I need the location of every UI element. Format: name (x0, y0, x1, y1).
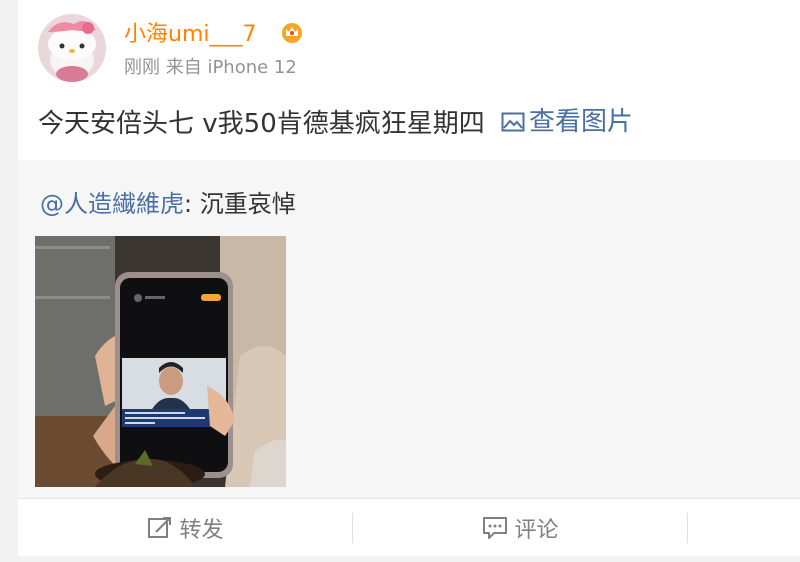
vip-crown-icon (282, 23, 302, 43)
repost-button[interactable]: 转发 (18, 499, 353, 557)
post-card: 小海umi___7 刚刚 来自 iPhone 12 今天安倍头七 v我50肯德基… (18, 0, 800, 160)
retweet-separator: : (184, 190, 200, 218)
post-body: 今天安倍头七 v我50肯德基疯狂星期四 (38, 109, 485, 139)
view-picture-link[interactable]: 查看图片 (493, 104, 633, 140)
repost-icon (148, 517, 172, 538)
repost-label: 转发 (179, 518, 224, 543)
weibo-post-page: 小海umi___7 刚刚 来自 iPhone 12 今天安倍头七 v我50肯德基… (0, 0, 800, 562)
comment-label: 评论 (514, 518, 559, 543)
picture-icon (501, 112, 525, 132)
retweet-block: @人造繊維虎: 沉重哀悼 (18, 160, 800, 498)
action-bar: 转发 评论 (18, 498, 800, 556)
retweet-photo[interactable] (35, 236, 286, 487)
retweet-text: @人造繊維虎: 沉重哀悼 (40, 184, 296, 219)
post-text: 今天安倍头七 v我50肯德基疯狂星期四 查看图片 (38, 104, 633, 142)
avatar[interactable] (38, 14, 106, 82)
action-divider (687, 513, 688, 543)
comment-button[interactable]: 评论 (353, 499, 688, 557)
comment-icon (483, 517, 508, 539)
retweet-author[interactable]: @人造繊維虎 (40, 190, 184, 218)
retweet-body: 沉重哀悼 (199, 190, 296, 218)
post-meta: 刚刚 来自 iPhone 12 (124, 57, 297, 78)
username[interactable]: 小海umi___7 (124, 16, 256, 48)
view-picture-label: 查看图片 (529, 107, 634, 137)
